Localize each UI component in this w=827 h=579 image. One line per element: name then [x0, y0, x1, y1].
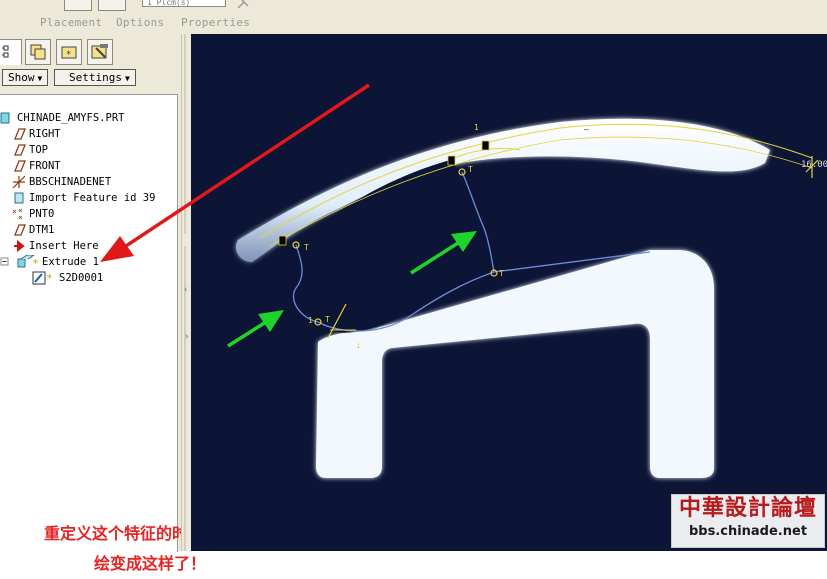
tree-item-dtm1[interactable]: DTM1 [12, 222, 54, 237]
tab-model-tree[interactable] [0, 39, 22, 65]
svg-text:*: * [66, 50, 71, 60]
tree-item-import[interactable]: Import Feature id 39 [12, 190, 155, 205]
annotation-line: 绘变成这样了！ [94, 554, 207, 573]
dashboard-bar: 1 Plcm(s) Placement Options Properties [0, 0, 827, 35]
svg-text:⊥: ⊥ [356, 341, 361, 350]
tab-favorites[interactable]: * [56, 39, 82, 65]
svg-text:×: × [18, 207, 23, 215]
tree-item-insert-here[interactable]: Insert Here [12, 238, 99, 253]
svg-text:1: 1 [308, 316, 313, 325]
datum-plane-icon [12, 127, 26, 141]
toolbar-button[interactable] [98, 0, 126, 11]
tab-tools[interactable] [87, 39, 113, 65]
datum-plane-icon [12, 159, 26, 173]
watermark: 中華設計論壇 bbs.chinade.net [671, 494, 825, 548]
datum-plane-icon [12, 223, 26, 237]
svg-text:T: T [468, 165, 473, 174]
dimension-label[interactable]: 16.00 [801, 160, 827, 170]
tree-item-right[interactable]: RIGHT [12, 126, 61, 141]
import-feature-icon [12, 191, 26, 205]
layers-icon [30, 44, 46, 60]
tree-item-label: RIGHT [29, 127, 61, 140]
tree-item-sketch[interactable]: * S2D0001 [32, 270, 103, 285]
insert-arrow-icon [12, 239, 26, 253]
tree-item-label: PNT0 [29, 207, 55, 220]
svg-text:T: T [499, 269, 504, 278]
collapse-icon[interactable] [0, 255, 10, 269]
sketch-icon: * [32, 271, 56, 285]
toolbar-button[interactable] [64, 0, 92, 11]
tree-item-label: BBSCHINADENET [29, 175, 112, 188]
extrude-icon: * [13, 254, 39, 270]
model-tree-icon [2, 45, 9, 58]
tab-properties[interactable]: Properties [181, 16, 250, 29]
svg-text:T: T [325, 315, 330, 324]
tree-item-front[interactable]: FRONT [12, 158, 61, 173]
placement-dropdown[interactable]: 1 Plcm(s) [142, 0, 226, 7]
hammer-icon [91, 44, 108, 59]
show-label: Show [8, 71, 35, 84]
show-button[interactable]: Show ▼ [2, 69, 48, 86]
toolbar-icons[interactable] [238, 0, 258, 8]
tree-item-label: Insert Here [29, 239, 99, 252]
settings-button[interactable]: Settings ▼ [54, 69, 136, 86]
tab-layers[interactable] [25, 39, 51, 65]
tree-item-label: TOP [29, 143, 48, 156]
graphics-viewport[interactable]: T T T T 1 1 ⊥ — 16.00 中華設計論壇 bbs.chinade… [191, 34, 827, 551]
tree-item-label: DTM1 [29, 223, 55, 236]
tree-item-label: FRONT [29, 159, 61, 172]
chevron-left-icon: ‹ [183, 285, 188, 295]
tree-item-csys[interactable]: BBSCHINADENET [12, 174, 111, 189]
chevron-down-icon: ▼ [37, 74, 43, 83]
tree-item-top[interactable]: TOP [12, 142, 48, 157]
tree-item-label: Import Feature id 39 [29, 191, 156, 204]
chevron-down-icon: ▼ [124, 74, 130, 83]
svg-text:—: — [584, 125, 589, 134]
datum-point-icon: × × × [12, 206, 26, 222]
model-tree: CHINADE_AMYFS.PRT RIGHT TOP FRONT BBSCHI… [0, 94, 236, 573]
settings-label: Settings [69, 71, 122, 84]
svg-text:*: * [32, 257, 39, 269]
tab-options[interactable]: Options [116, 16, 164, 29]
datum-plane-icon [12, 143, 26, 157]
chevron-right-icon: › [184, 332, 189, 342]
svg-text:*: * [46, 272, 53, 285]
tree-item-part[interactable]: CHINADE_AMYFS.PRT [0, 110, 124, 125]
tab-placement[interactable]: Placement [40, 16, 102, 29]
part-icon [0, 111, 14, 125]
svg-text:T: T [304, 243, 309, 252]
svg-text:×: × [12, 207, 17, 216]
folder-star-icon: * [61, 46, 77, 60]
tree-item-pnt0[interactable]: × × × PNT0 [12, 206, 55, 222]
navigator-panel: * Show ▼ Settings ▼ CHINADE_AMYFS.PRT RIGH… [0, 34, 236, 573]
tree-item-label: S2D0001 [59, 271, 104, 284]
svg-text:1: 1 [474, 123, 479, 132]
tree-item-extrude[interactable]: * Extrude 1 [0, 254, 99, 270]
tree-item-label: CHINADE_AMYFS.PRT [17, 111, 125, 124]
watermark-title: 中華設計論壇 [678, 496, 817, 521]
tree-item-label: Extrude 1 [42, 255, 99, 268]
coordinate-system-icon [12, 175, 26, 189]
watermark-url: bbs.chinade.net [688, 524, 808, 539]
